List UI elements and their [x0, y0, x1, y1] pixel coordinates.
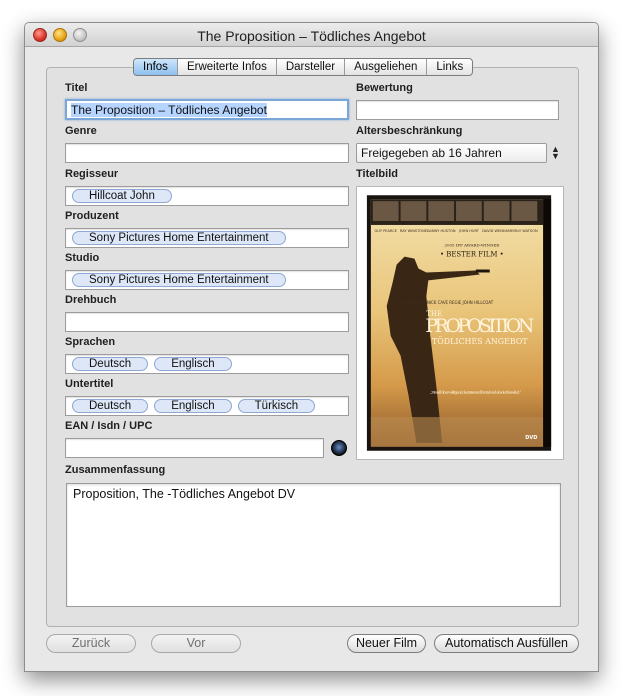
untertitel-token[interactable]: Englisch: [154, 399, 232, 413]
zusammenfassung-label: Zusammenfassung: [65, 464, 166, 476]
sprachen-field[interactable]: Deutsch Englisch: [65, 354, 349, 374]
drehbuch-field[interactable]: [65, 312, 349, 332]
studio-token[interactable]: Sony Pictures Home Entertainment: [72, 273, 286, 287]
regisseur-field[interactable]: Hillcoat John: [65, 186, 349, 206]
tab-infos[interactable]: Infos: [134, 59, 178, 75]
ean-field[interactable]: [65, 438, 324, 458]
poster-title: PROPOSITION: [425, 316, 534, 337]
drehbuch-label: Drehbuch: [65, 294, 117, 306]
sprachen-label: Sprachen: [65, 336, 116, 348]
window-title: The Proposition – Tödliches Angebot: [197, 28, 426, 44]
tab-erweiterte-infos[interactable]: Erweiterte Infos: [178, 59, 277, 75]
poster-quote: „Visuell überwältigend, faszinierend bru…: [430, 389, 521, 394]
regisseur-token[interactable]: Hillcoat John: [72, 189, 172, 203]
untertitel-token[interactable]: Deutsch: [72, 399, 149, 413]
poster-dvd-logo: DVD: [525, 435, 537, 441]
auto-fill-button[interactable]: Automatisch Ausfüllen: [434, 634, 579, 653]
poster-actor: DAVID WENHAM: [482, 229, 511, 233]
produzent-token[interactable]: Sony Pictures Home Entertainment: [72, 231, 286, 245]
genre-field[interactable]: [65, 143, 349, 163]
back-button[interactable]: Zurück: [46, 634, 136, 653]
poster-actor: GUY PEARCE: [374, 229, 397, 233]
produzent-label: Produzent: [65, 210, 119, 222]
poster-subtitle: TÖDLICHES ANGEBOT: [432, 337, 528, 346]
bewertung-label: Bewertung: [356, 82, 413, 94]
poster-actor: EMILY WATSON: [511, 229, 538, 233]
new-film-button[interactable]: Neuer Film: [347, 634, 426, 653]
produzent-field[interactable]: Sony Pictures Home Entertainment: [65, 228, 349, 248]
poster-image: GUY PEARCE RAY WINSTONE DANNY HUSTON JOH…: [366, 195, 552, 451]
genre-label: Genre: [65, 125, 97, 137]
titel-label: Titel: [65, 82, 88, 94]
untertitel-label: Untertitel: [65, 378, 114, 390]
titel-field[interactable]: The Proposition – Tödliches Angebot: [65, 99, 349, 120]
poster-actor: RAY WINSTONE: [400, 229, 428, 233]
main-window: The Proposition – Tödliches Angebot Info…: [24, 22, 599, 672]
bewertung-field[interactable]: [356, 100, 559, 120]
studio-label: Studio: [65, 252, 100, 264]
title-bar[interactable]: The Proposition – Tödliches Angebot: [25, 23, 598, 47]
titelbild-image-well[interactable]: GUY PEARCE RAY WINSTONE DANNY HUSTON JOH…: [356, 186, 564, 460]
regisseur-label: Regisseur: [65, 168, 119, 180]
tab-links[interactable]: Links: [427, 59, 472, 75]
poster-actor: JOHN HURT: [458, 229, 480, 233]
altersbeschraenkung-label: Altersbeschränkung: [356, 125, 463, 137]
sprachen-token[interactable]: Englisch: [154, 357, 232, 371]
poster-award-line: 2005 IFF AWARD-WINNER: [444, 243, 500, 248]
poster-credits: DREHBUCH NICK CAVE REGIE JOHN HILLCOAT: [403, 300, 494, 305]
untertitel-field[interactable]: Deutsch Englisch Türkisch: [65, 396, 349, 416]
forward-button[interactable]: Vor: [151, 634, 241, 653]
tab-darsteller[interactable]: Darsteller: [277, 59, 346, 75]
untertitel-token[interactable]: Türkisch: [237, 399, 316, 413]
studio-field[interactable]: Sony Pictures Home Entertainment: [65, 270, 349, 290]
sprachen-token[interactable]: Deutsch: [72, 357, 149, 371]
poster-award: • BESTER FILM •: [440, 251, 504, 259]
tab-ausgeliehen[interactable]: Ausgeliehen: [345, 59, 428, 75]
tab-bar: Infos Erweiterte Infos Darsteller Ausgel…: [133, 58, 474, 76]
titel-value: The Proposition – Tödliches Angebot: [71, 103, 267, 117]
zusammenfassung-textarea[interactable]: Proposition, The -Tödliches Angebot DV: [66, 483, 561, 607]
barcode-scan-icon[interactable]: [331, 440, 347, 456]
altersbeschraenkung-select[interactable]: Freigegeben ab 16 Jahren: [356, 143, 547, 163]
ean-label: EAN / Isdn / UPC: [65, 420, 153, 432]
select-stepper-icon[interactable]: ▲ ▼: [551, 145, 560, 161]
titelbild-label: Titelbild: [356, 168, 398, 180]
poster-actor: DANNY HUSTON: [427, 229, 456, 233]
